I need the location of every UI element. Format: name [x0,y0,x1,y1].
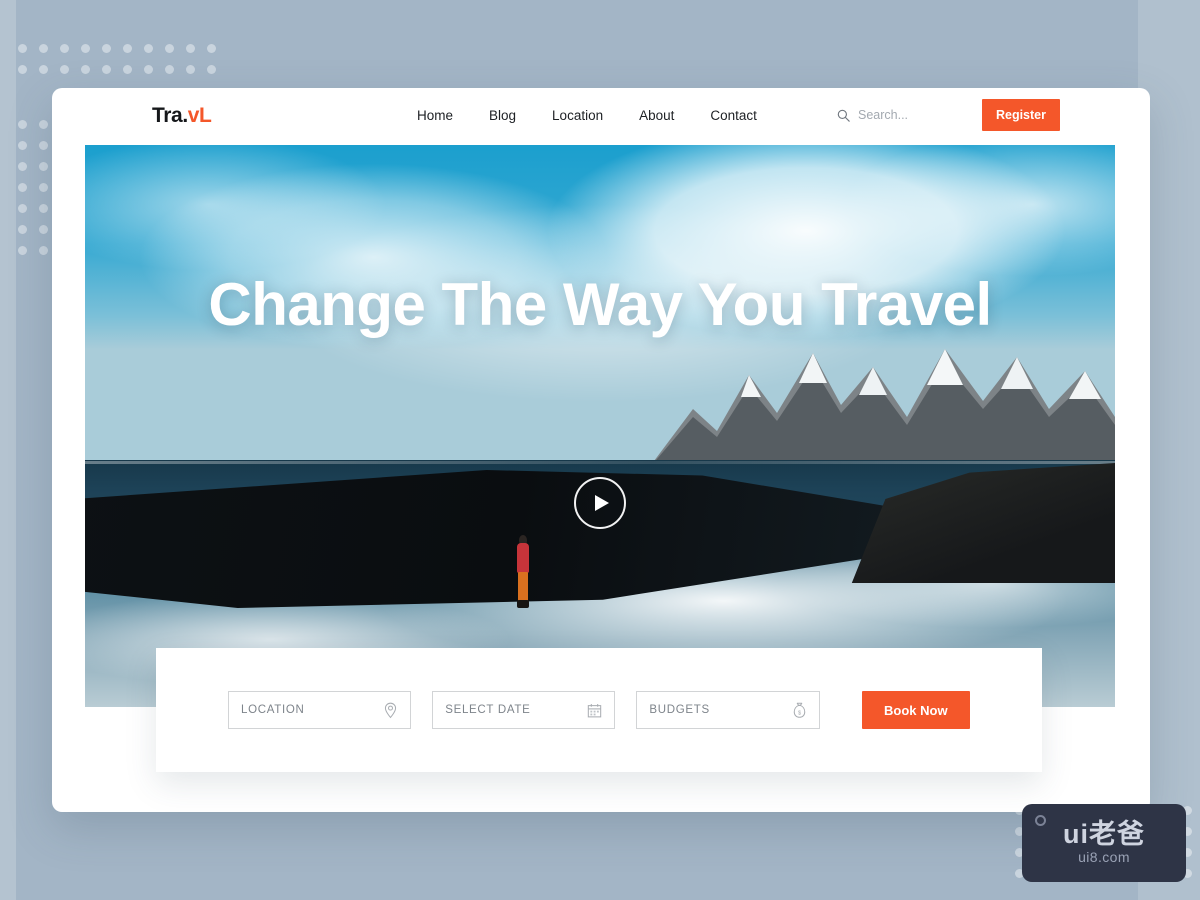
background-left-band [0,0,16,900]
logo-accent-text: vL [187,104,212,127]
watermark-badge: ui老爸 ui8.com [1022,804,1186,882]
date-field[interactable]: SELECT DATE [432,691,616,729]
budget-field[interactable]: BUDGETS $ [636,691,820,729]
search-box[interactable] [837,108,950,122]
play-icon [595,495,609,511]
nav-item-about[interactable]: About [639,108,674,123]
nav-item-home[interactable]: Home [417,108,453,123]
location-field-label: LOCATION [241,704,305,716]
watermark-title: ui老爸 [1063,819,1145,849]
logo-primary-text: Tra. [152,104,188,127]
money-bag-icon: $ [793,702,805,718]
website-card: Tra.vL Home Blog Location About Contact … [52,88,1150,812]
calendar-icon [588,703,602,717]
play-video-button[interactable] [574,477,626,529]
main-navigation: Home Blog Location About Contact [417,108,757,123]
book-now-button[interactable]: Book Now [861,691,971,729]
search-input[interactable] [858,108,950,122]
location-field[interactable]: LOCATION [228,691,412,729]
dot-grid-top-left [18,44,216,74]
search-icon [837,109,850,122]
map-pin-icon [385,702,397,718]
hero-person [515,535,531,611]
watermark-url: ui8.com [1078,849,1130,865]
budget-field-label: BUDGETS [649,704,710,716]
nav-item-contact[interactable]: Contact [710,108,757,123]
booking-search-bar: LOCATION SELECT DATE BUDGETS $ Book Now [156,648,1042,772]
nav-item-blog[interactable]: Blog [489,108,516,123]
site-logo[interactable]: Tra.vL [152,104,212,128]
hero-title: Change The Way You Travel [208,271,992,338]
date-field-label: SELECT DATE [445,704,531,716]
nav-item-location[interactable]: Location [552,108,603,123]
register-button[interactable]: Register [981,99,1060,131]
site-header: Tra.vL Home Blog Location About Contact … [52,88,1150,145]
hero-horizon-line [85,461,1115,464]
watermark-circle-icon [1035,815,1046,826]
hero-banner: Change The Way You Travel [85,145,1115,707]
svg-text:$: $ [798,710,802,716]
